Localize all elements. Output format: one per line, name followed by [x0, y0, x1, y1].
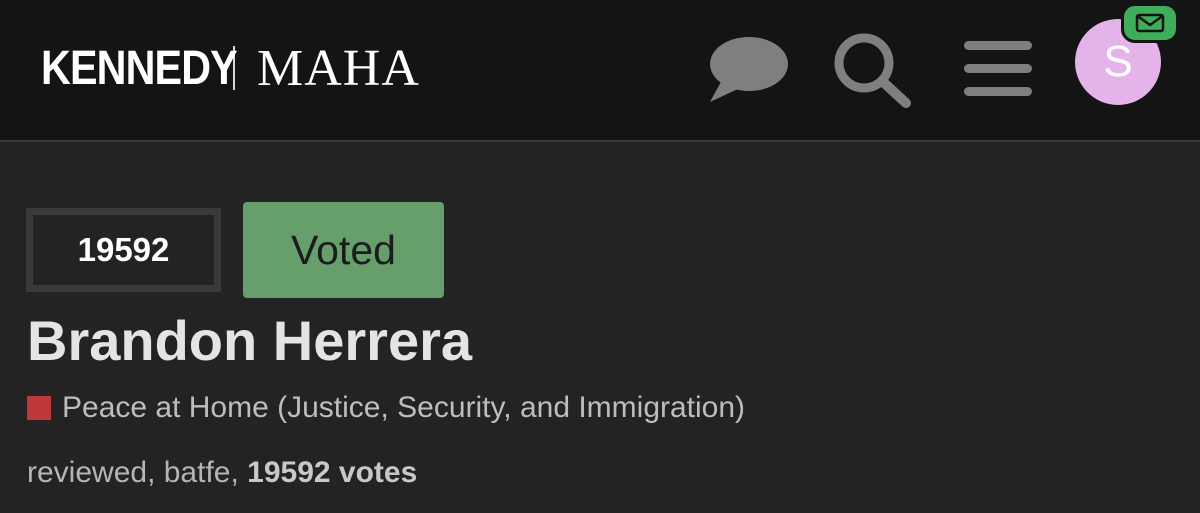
vote-count-box: 19592 [26, 208, 221, 292]
search-icon[interactable] [830, 30, 914, 110]
brand-kennedy-text: KENNEDY [41, 41, 238, 95]
envelope-icon [1135, 13, 1165, 33]
category-link[interactable]: Peace at Home (Justice, Security, and Im… [27, 390, 745, 426]
chat-bubble-icon[interactable] [704, 34, 790, 104]
voted-button[interactable]: Voted [243, 202, 444, 298]
messages-badge[interactable] [1121, 3, 1179, 43]
hamburger-menu-icon[interactable] [962, 40, 1034, 100]
category-color-swatch [27, 396, 51, 420]
tag-batfe[interactable]: batfe [164, 456, 231, 489]
tag-separator: , [147, 456, 164, 489]
tag-separator: , [230, 456, 248, 489]
vote-count-value: 19592 [77, 231, 170, 268]
brand-maha-text: MAHA [257, 39, 420, 97]
avatar-initial: S [1103, 37, 1133, 86]
votes-total: 19592 votes [247, 456, 418, 489]
tag-reviewed[interactable]: reviewed [27, 456, 147, 489]
top-nav-bar: KENNEDY MAHA S [0, 0, 1200, 142]
post-meta: reviewed, batfe, 19592 votes [27, 456, 417, 490]
category-label: Peace at Home (Justice, Security, and Im… [62, 391, 746, 424]
voted-button-label: Voted [291, 226, 396, 273]
post-title: Brandon Herrera [27, 309, 473, 372]
brand-logo[interactable]: KENNEDY MAHA [41, 39, 420, 97]
